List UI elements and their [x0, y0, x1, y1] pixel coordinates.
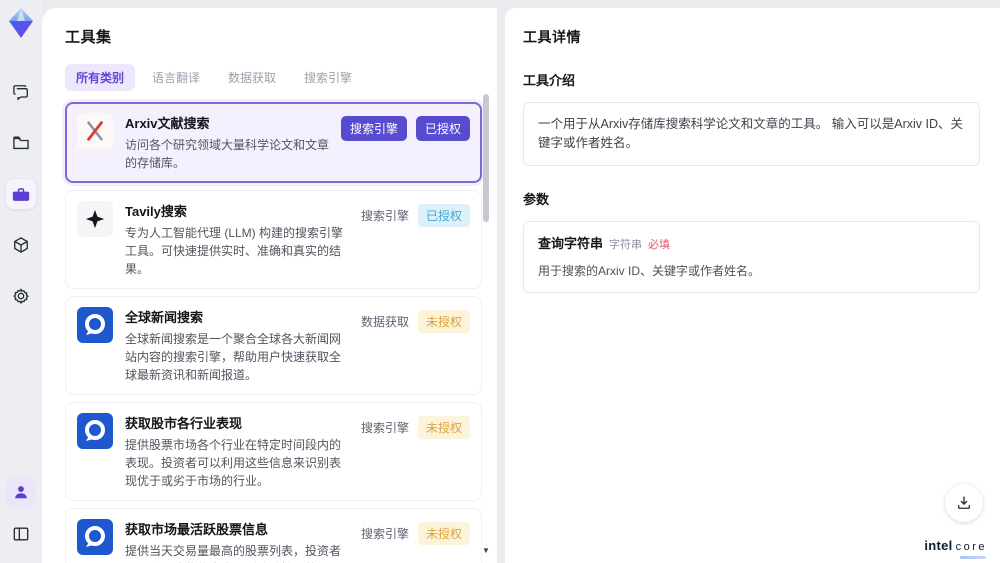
- chat-icon: [13, 85, 28, 101]
- tool-card-main: Tavily搜索专为人工智能代理 (LLM) 构建的搜索引擎工具。可快速提供实时…: [125, 201, 361, 278]
- tool-name: 获取市场最活跃股票信息: [125, 522, 269, 537]
- sidebar-item-settings[interactable]: [6, 281, 36, 311]
- tool-list-scrollbar[interactable]: ▼: [482, 92, 490, 555]
- tool-description: 专为人工智能代理 (LLM) 构建的搜索引擎工具。可快速提供实时、准确和真实的结…: [125, 226, 344, 276]
- tool-details-panel: 工具详情 工具介绍 一个用于从Arxiv存储库搜索科学论文和文章的工具。 输入可…: [505, 8, 1000, 563]
- tool-card-badges: 搜索引擎 已授权: [340, 116, 470, 141]
- scrollbar-thumb[interactable]: [483, 94, 489, 222]
- sidebar-item-files[interactable]: [6, 128, 36, 158]
- brand-core: core: [955, 541, 987, 553]
- news-search-icon: [77, 519, 113, 555]
- tool-description: 访问各个研究领域大量科学论文和文章的存储库。: [125, 138, 330, 170]
- news-search-icon: [77, 307, 113, 343]
- brand-accent-bar: [960, 556, 986, 559]
- tool-card[interactable]: 全球新闻搜索全球新闻搜索是一个聚合全球各大新闻网站内容的搜索引擎，帮助用户快速获…: [65, 296, 482, 395]
- sidebar-item-panel-toggle[interactable]: [6, 519, 36, 549]
- tab-2[interactable]: 数据获取: [217, 64, 287, 91]
- toolbox-icon: [12, 188, 30, 201]
- category-tabs: 所有类别 语言翻译 数据获取 搜索引擎: [65, 64, 497, 91]
- user-icon: [15, 486, 27, 499]
- tool-card-main: 获取市场最活跃股票信息提供当天交易量最高的股票列表，投资者可以利用这些信息来识别…: [125, 519, 361, 563]
- param-header: 查询字符串 字符串 必填: [538, 234, 965, 254]
- tool-card-badges: 搜索引擎 未授权: [361, 522, 470, 545]
- sidebar-item-packages[interactable]: [6, 230, 36, 260]
- tool-name: 获取股市各行业表现: [125, 416, 243, 431]
- tool-category-badge: 搜索引擎: [360, 527, 409, 541]
- tool-list: Arxiv文献搜索 访问各个研究领域大量科学论文和文章的存储库。 搜索引擎 已授权 T…: [65, 102, 482, 563]
- tool-description: 全球新闻搜索是一个聚合全球各大新闻网站内容的搜索引擎，帮助用户快速获取全球最新资…: [125, 332, 342, 382]
- page-title: 工具集: [65, 29, 112, 46]
- app-rail: [0, 0, 42, 563]
- cube-icon: [14, 237, 28, 253]
- tool-card-badges: 数据获取 未授权: [361, 310, 470, 333]
- param-type: 字符串: [609, 238, 643, 251]
- tool-card-badges: 搜索引擎 已授权: [361, 204, 470, 227]
- news-search-icon: [77, 413, 113, 449]
- param-box: 查询字符串 字符串 必填 用于搜索的Arxiv ID、关键字或作者姓名。: [523, 220, 980, 294]
- tool-status-badge: 未授权: [417, 522, 470, 545]
- tool-card-badges: 搜索引擎 未授权: [361, 416, 470, 439]
- tool-card[interactable]: Tavily搜索专为人工智能代理 (LLM) 构建的搜索引擎工具。可快速提供实时…: [65, 190, 482, 289]
- tab-1[interactable]: 语言翻译: [141, 64, 211, 91]
- intel-core-logo: intel core: [924, 538, 987, 553]
- tool-card[interactable]: Arxiv文献搜索访问各个研究领域大量科学论文和文章的存储库。 搜索引擎 已授权: [65, 102, 482, 183]
- tool-name: 全球新闻搜索: [125, 310, 204, 325]
- tool-description: 提供当天交易量最高的股票列表，投资者可以利用这些信息来识别流动性强的股票和潜在的…: [125, 544, 342, 563]
- tool-card-main: Arxiv文献搜索访问各个研究领域大量科学论文和文章的存储库。: [125, 113, 341, 172]
- tool-category-badge: 数据获取: [360, 315, 409, 329]
- tab-0[interactable]: 所有类别: [65, 64, 136, 91]
- param-required-badge: 必填: [648, 238, 671, 251]
- tool-card-main: 全球新闻搜索全球新闻搜索是一个聚合全球各大新闻网站内容的搜索引擎，帮助用户快速获…: [125, 307, 361, 384]
- sidebar-item-user[interactable]: [6, 477, 36, 507]
- params-heading: 参数: [523, 191, 550, 207]
- tool-category-badge: 搜索引擎: [360, 421, 409, 435]
- arxiv-icon: [77, 113, 113, 149]
- folder-icon: [13, 136, 29, 150]
- tool-name: Tavily搜索: [125, 204, 187, 219]
- details-title: 工具详情: [523, 29, 581, 45]
- param-description: 用于搜索的Arxiv ID、关键字或作者姓名。: [538, 264, 761, 279]
- tool-status-badge: 已授权: [417, 204, 470, 227]
- download-button[interactable]: [945, 484, 983, 522]
- tool-status-badge: 未授权: [417, 310, 470, 333]
- app-logo-icon: [9, 8, 33, 38]
- panel-toggle-icon: [13, 527, 29, 541]
- param-name: 查询字符串: [538, 235, 604, 251]
- toolset-panel: 工具集 所有类别 语言翻译 数据获取 搜索引擎 Arxiv文献搜索 访问各个研究领域大量…: [42, 8, 497, 563]
- scrollbar-down-arrow[interactable]: ▼: [482, 547, 490, 555]
- tool-name: Arxiv文献搜索: [125, 116, 210, 131]
- tool-card-main: 获取股市各行业表现提供股票市场各个行业在特定时间段内的表现。投资者可以利用这些信…: [125, 413, 361, 490]
- sidebar-item-tools[interactable]: [6, 179, 36, 209]
- tool-status-badge: 已授权: [415, 116, 470, 141]
- tool-card[interactable]: 获取股市各行业表现提供股票市场各个行业在特定时间段内的表现。投资者可以利用这些信…: [65, 402, 482, 501]
- download-icon: [958, 496, 970, 509]
- tool-card[interactable]: 获取市场最活跃股票信息提供当天交易量最高的股票列表，投资者可以利用这些信息来识别…: [65, 508, 482, 563]
- intro-heading: 工具介绍: [523, 73, 576, 88]
- sidebar-item-chat[interactable]: [6, 77, 36, 107]
- brand-intel: intel: [924, 538, 953, 553]
- tab-3[interactable]: 搜索引擎: [293, 64, 363, 91]
- tool-status-badge: 未授权: [417, 416, 470, 439]
- tool-category-badge: 搜索引擎: [340, 116, 407, 141]
- tool-category-badge: 搜索引擎: [360, 209, 409, 223]
- tavily-star-icon: [77, 201, 113, 237]
- intro-box: 一个用于从Arxiv存储库搜索科学论文和文章的工具。 输入可以是Arxiv ID…: [523, 102, 980, 166]
- tool-description: 提供股票市场各个行业在特定时间段内的表现。投资者可以利用这些信息来识别表现优于或…: [125, 438, 342, 488]
- settings-icon: [13, 288, 29, 305]
